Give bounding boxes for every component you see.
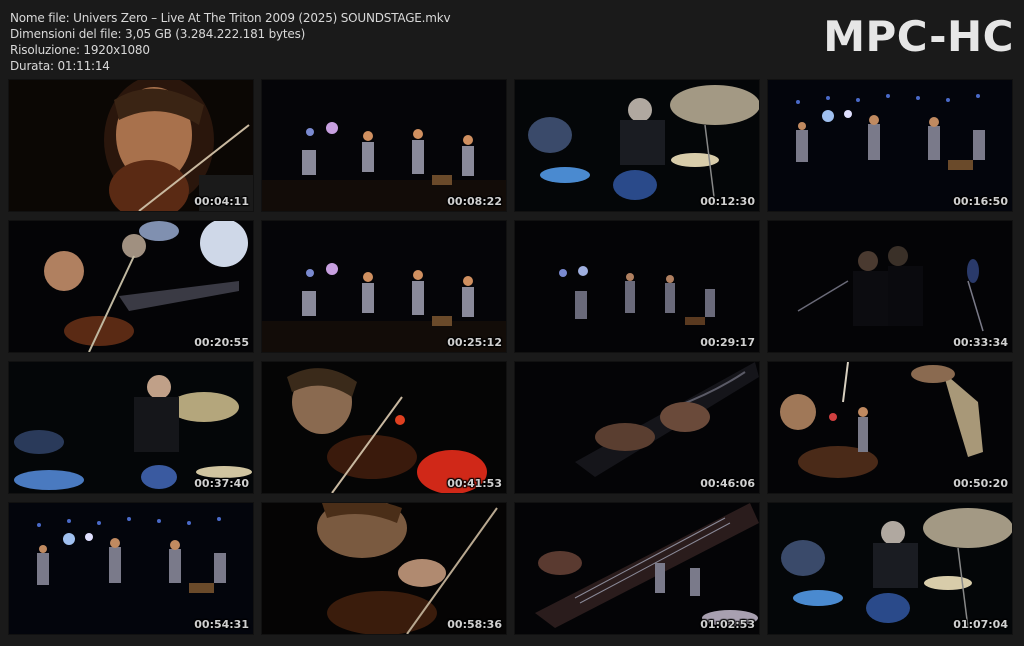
thumbnail-grid: 00:04:11 00:08:22 00:12:30 00:16:50 00:2…	[9, 80, 1017, 634]
thumbnail-image	[262, 80, 506, 211]
thumbnail: 00:04:11	[9, 80, 253, 211]
thumbnail: 00:16:50	[768, 80, 1012, 211]
thumbnail: 00:25:12	[262, 221, 506, 352]
thumbnail: 00:08:22	[262, 80, 506, 211]
file-resolution: Risoluzione: 1920x1080	[10, 43, 150, 57]
file-info: Nome file: Univers Zero – Live At The Tr…	[10, 10, 451, 74]
thumbnail-image	[262, 221, 506, 352]
thumbnail: 00:54:31	[9, 503, 253, 634]
app-logo: MPC-HC	[823, 12, 1014, 61]
thumbnail-timestamp: 00:04:11	[194, 195, 249, 208]
thumbnail: 00:58:36	[262, 503, 506, 634]
thumbnail-timestamp: 00:54:31	[194, 618, 249, 631]
thumbnail-timestamp: 00:46:06	[700, 477, 755, 490]
thumbnail-timestamp: 00:08:22	[447, 195, 502, 208]
thumbnail-image	[9, 362, 253, 493]
thumbnail-timestamp: 00:41:53	[447, 477, 502, 490]
thumbnail: 00:41:53	[262, 362, 506, 493]
thumbnail-timestamp: 00:33:34	[953, 336, 1008, 349]
thumbnail-image	[768, 503, 1012, 634]
thumbnail: 00:46:06	[515, 362, 759, 493]
thumbnail-image	[768, 221, 1012, 352]
file-size: Dimensioni del file: 3,05 GB (3.284.222.…	[10, 27, 306, 41]
thumbnail-image	[515, 362, 759, 493]
thumbnail-timestamp: 01:07:04	[953, 618, 1008, 631]
thumbnail: 00:50:20	[768, 362, 1012, 493]
thumbnail-timestamp: 00:12:30	[700, 195, 755, 208]
thumbnail: 00:29:17	[515, 221, 759, 352]
thumbnail-timestamp: 00:20:55	[194, 336, 249, 349]
thumbnail-image	[9, 221, 253, 352]
thumbnail: 00:33:34	[768, 221, 1012, 352]
thumbnail-image	[515, 503, 759, 634]
thumbnail: 00:20:55	[9, 221, 253, 352]
file-duration: Durata: 01:11:14	[10, 59, 110, 73]
thumbnail-timestamp: 00:29:17	[700, 336, 755, 349]
file-name: Nome file: Univers Zero – Live At The Tr…	[10, 11, 451, 25]
thumbnail-image	[768, 80, 1012, 211]
thumbnail-timestamp: 00:37:40	[194, 477, 249, 490]
thumbnail-image	[515, 221, 759, 352]
thumbnail: 00:12:30	[515, 80, 759, 211]
thumbnail-timestamp: 00:25:12	[447, 336, 502, 349]
thumbnail-image	[768, 362, 1012, 493]
thumbnail: 01:02:53	[515, 503, 759, 634]
thumbnail-timestamp: 01:02:53	[700, 618, 755, 631]
thumbnail-timestamp: 00:16:50	[953, 195, 1008, 208]
thumbnail-image	[9, 80, 253, 211]
thumbnail-timestamp: 00:50:20	[953, 477, 1008, 490]
thumbnail-image	[9, 503, 253, 634]
thumbnail-image	[515, 80, 759, 211]
thumbnail-image	[262, 503, 506, 634]
thumbnail-timestamp: 00:58:36	[447, 618, 502, 631]
thumbnail: 01:07:04	[768, 503, 1012, 634]
thumbnail: 00:37:40	[9, 362, 253, 493]
thumbnail-image	[262, 362, 506, 493]
